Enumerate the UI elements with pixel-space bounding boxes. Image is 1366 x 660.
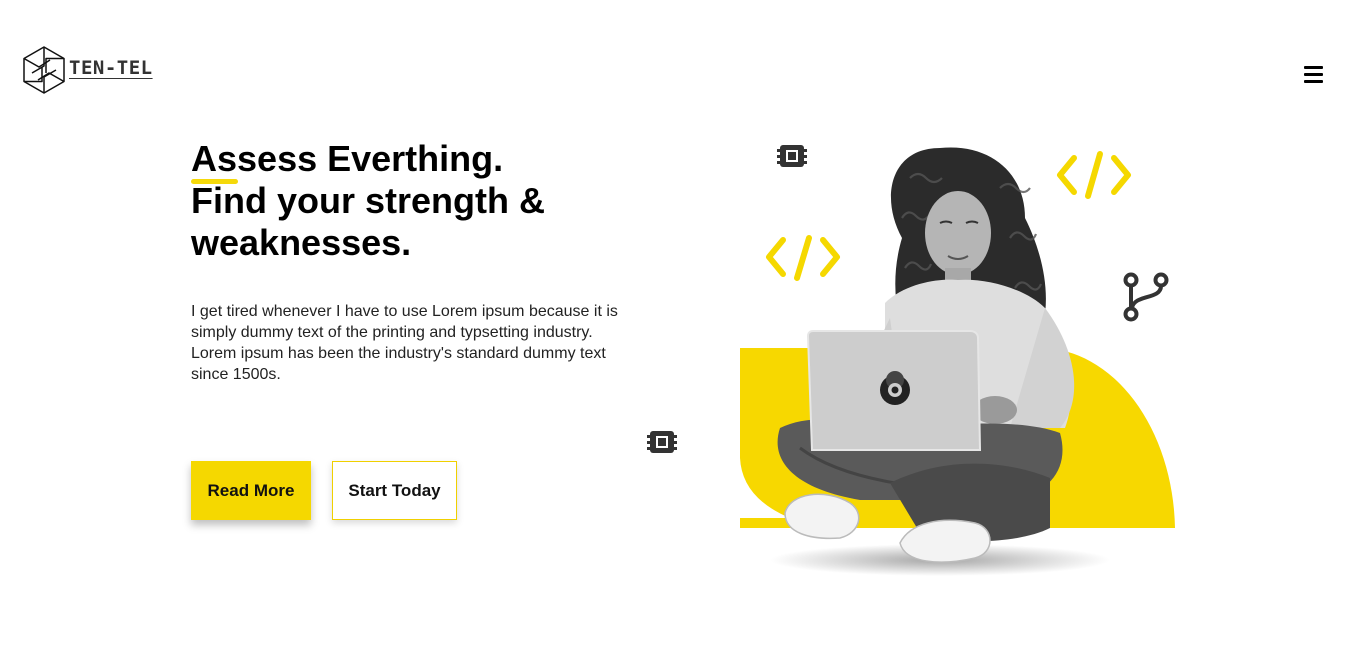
headline-line3: weaknesses. (191, 222, 412, 263)
chip-icon (777, 145, 807, 167)
code-brackets-icon (1057, 151, 1131, 199)
headline-line1: sess Everthing. (237, 138, 504, 179)
headline-accent: As (191, 138, 239, 184)
start-today-button[interactable]: Start Today (332, 461, 457, 520)
brand-logo[interactable]: TEN-TEL (22, 46, 153, 94)
hamburger-menu-icon[interactable] (1304, 66, 1324, 86)
brand-name: TEN-TEL (69, 57, 153, 79)
hero-headline: Assess Everthing. Find your strength & w… (191, 138, 631, 264)
code-brackets-icon (766, 235, 840, 281)
laptop (806, 330, 982, 451)
hero-illustration (647, 145, 1175, 576)
read-more-button[interactable]: Read More (191, 461, 311, 520)
headline-line2: Find your strength & (191, 180, 545, 221)
hexagon-logo-icon (23, 46, 65, 94)
hero-description: I get tired whenever I have to use Lorem… (191, 303, 618, 383)
chip-icon (647, 431, 677, 453)
git-branch-icon (1123, 272, 1169, 322)
